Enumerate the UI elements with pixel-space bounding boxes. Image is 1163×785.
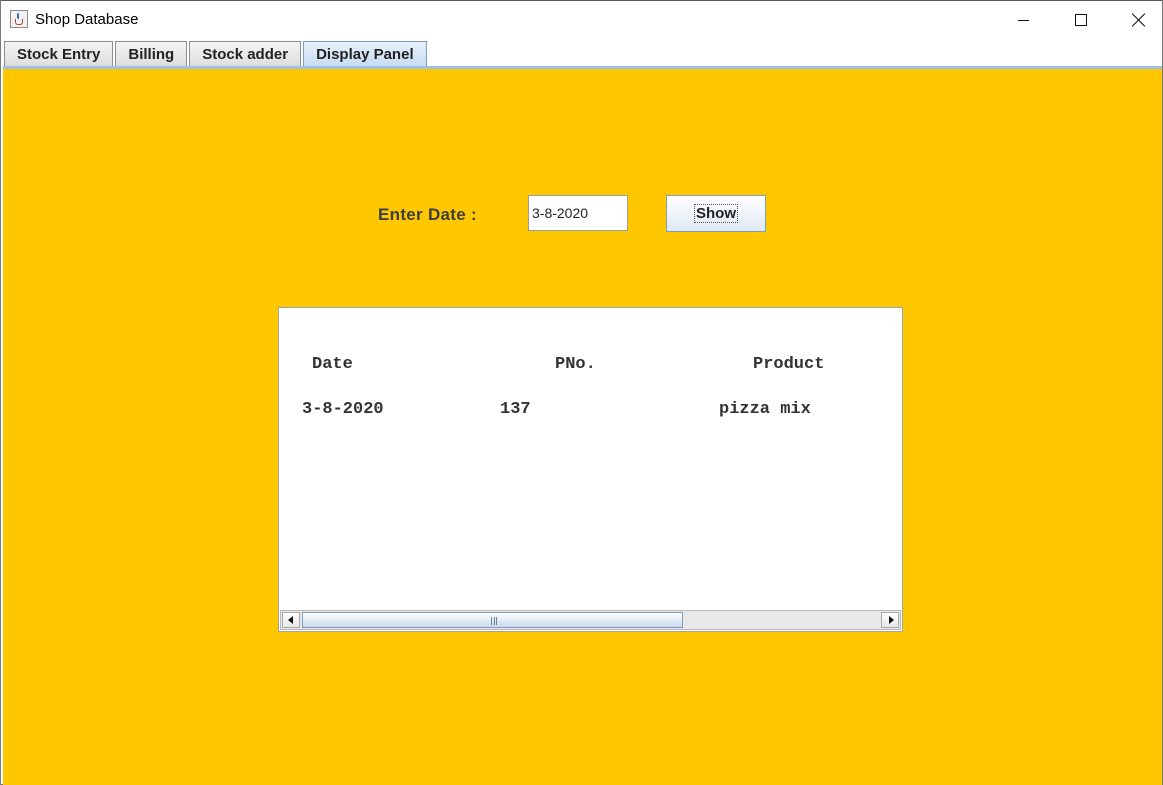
results-table: Date PNo. Product 3-8-2020 137 pizza mix: [279, 308, 902, 610]
close-button[interactable]: [1110, 1, 1163, 39]
cell-product: pizza mix: [719, 400, 811, 419]
tab-stock-entry[interactable]: Stock Entry: [4, 41, 114, 66]
grip-icon: [491, 617, 497, 625]
maximize-icon: [1075, 14, 1087, 26]
minimize-icon: [1017, 19, 1029, 21]
tab-bar: Stock Entry Billing Stock adder Display …: [4, 41, 429, 66]
tab-display-panel[interactable]: Display Panel: [303, 41, 427, 66]
column-header-date: Date: [312, 355, 353, 374]
show-button-label: Show: [694, 204, 738, 223]
app-window: Shop Database Stock Entry Billing Stock …: [0, 0, 1163, 785]
minimize-button[interactable]: [994, 1, 1052, 39]
scroll-right-icon[interactable]: [881, 612, 899, 628]
close-icon: [1132, 13, 1146, 27]
date-input[interactable]: [528, 195, 628, 231]
cell-date: 3-8-2020: [302, 400, 384, 419]
title-bar[interactable]: Shop Database: [1, 1, 1162, 39]
enter-date-label: Enter Date :: [378, 205, 478, 224]
scrollbar-thumb[interactable]: [302, 612, 683, 628]
window-title: Shop Database: [35, 11, 139, 28]
cell-pno: 137: [500, 400, 531, 419]
tab-stock-adder[interactable]: Stock adder: [189, 41, 302, 66]
display-panel: Enter Date : Show Date PNo. Product 3-8-…: [3, 66, 1162, 785]
horizontal-scrollbar[interactable]: [280, 610, 901, 630]
maximize-button[interactable]: [1052, 1, 1110, 39]
column-header-pno: PNo.: [555, 355, 596, 374]
scroll-left-icon[interactable]: [282, 612, 300, 628]
java-cup-icon: [10, 10, 28, 28]
column-header-product: Product: [753, 355, 825, 374]
tab-billing[interactable]: Billing: [115, 41, 188, 66]
results-panel: Date PNo. Product 3-8-2020 137 pizza mix: [278, 307, 903, 632]
show-button[interactable]: Show: [666, 195, 766, 232]
